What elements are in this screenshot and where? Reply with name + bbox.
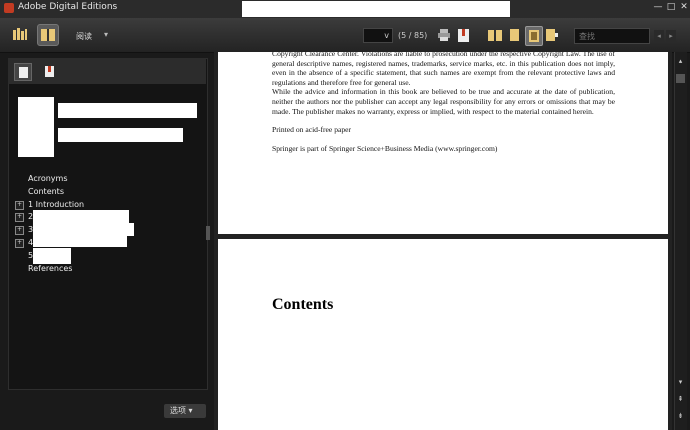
redacted-chapter-title	[33, 210, 129, 223]
expand-icon[interactable]: +	[15, 226, 24, 235]
panel-splitter[interactable]	[206, 226, 210, 240]
redacted-book-title	[58, 103, 197, 118]
window-title: Adobe Digital Editions	[18, 2, 118, 12]
single-page-icon	[509, 29, 519, 41]
expand-icon[interactable]: +	[15, 239, 24, 248]
page-info-icon	[18, 66, 28, 78]
search-next-button[interactable]: ▸	[666, 30, 676, 42]
two-page-view-button[interactable]	[487, 26, 503, 44]
app-icon	[4, 3, 14, 13]
scroll-up-arrow-icon[interactable]: ▴	[676, 56, 685, 66]
page-heading: Contents	[272, 296, 334, 313]
toc-item-introduction[interactable]: 1 Introduction	[28, 200, 84, 209]
printer-icon	[438, 29, 450, 41]
toc-item-acronyms[interactable]: Acronyms	[28, 174, 68, 183]
toc-item-references[interactable]: References	[28, 264, 72, 273]
single-page-view-button[interactable]	[506, 26, 522, 44]
expand-icon[interactable]: +	[15, 213, 24, 222]
book-cover-thumbnail	[18, 97, 54, 157]
scroll-thumb[interactable]	[676, 74, 685, 83]
publisher-note: Springer is part of Springer Science+Bus…	[272, 143, 498, 153]
reading-view-button[interactable]	[37, 24, 59, 46]
minimize-button[interactable]: —	[651, 2, 665, 12]
printing-note: Printed on acid-free paper	[272, 125, 352, 135]
page-up-icon[interactable]: ⇞	[676, 394, 685, 404]
open-book-icon	[41, 29, 55, 41]
page-text: Copyright Clearance Center. Violations a…	[272, 52, 615, 153]
fit-page-icon	[529, 30, 539, 42]
bookmark-icon	[44, 65, 54, 77]
close-button[interactable]: ✕	[677, 2, 690, 12]
books-icon	[13, 28, 27, 40]
page: Contents	[218, 239, 668, 430]
page: Copyright Clearance Center. Violations a…	[218, 52, 668, 234]
fit-width-view-button[interactable]	[544, 26, 560, 44]
read-menu[interactable]: 阅读	[76, 31, 92, 42]
tab-info[interactable]	[14, 63, 32, 81]
search-input[interactable]	[574, 28, 650, 44]
vertical-scrollbar[interactable]	[674, 52, 687, 430]
redacted-chapter-title	[33, 236, 127, 247]
options-button[interactable]: 选项 ▾	[164, 404, 206, 418]
copyright-paragraph: Copyright Clearance Center. Violations a…	[272, 52, 615, 87]
two-page-icon	[488, 29, 502, 41]
page-count: (5 / 85)	[398, 31, 428, 40]
toc-item-contents[interactable]: Contents	[28, 187, 64, 196]
redacted-chapter-title	[33, 248, 71, 264]
scroll-down-arrow-icon[interactable]: ▾	[676, 377, 685, 387]
bookmark-button[interactable]	[455, 26, 471, 44]
bookmark-page-icon	[457, 28, 469, 42]
disclaimer-paragraph: While the advice and information in this…	[272, 87, 615, 116]
redacted-book-author	[58, 128, 183, 142]
expand-icon[interactable]: +	[15, 201, 24, 210]
page-select[interactable]: v	[363, 28, 393, 43]
print-button[interactable]	[436, 26, 452, 44]
maximize-button[interactable]: □	[664, 2, 678, 12]
panel-tabs	[8, 58, 206, 84]
redacted-chapter-title	[33, 223, 134, 236]
tab-bookmarks[interactable]	[41, 63, 57, 79]
fit-width-icon	[546, 29, 558, 41]
fit-page-view-button[interactable]	[525, 26, 543, 46]
page-down-icon[interactable]: ⇟	[676, 411, 685, 421]
library-view-button[interactable]	[10, 24, 30, 44]
chevron-down-icon[interactable]: ▾	[104, 30, 108, 39]
redacted-document-title	[242, 1, 510, 17]
search-prev-button[interactable]: ◂	[654, 30, 664, 42]
